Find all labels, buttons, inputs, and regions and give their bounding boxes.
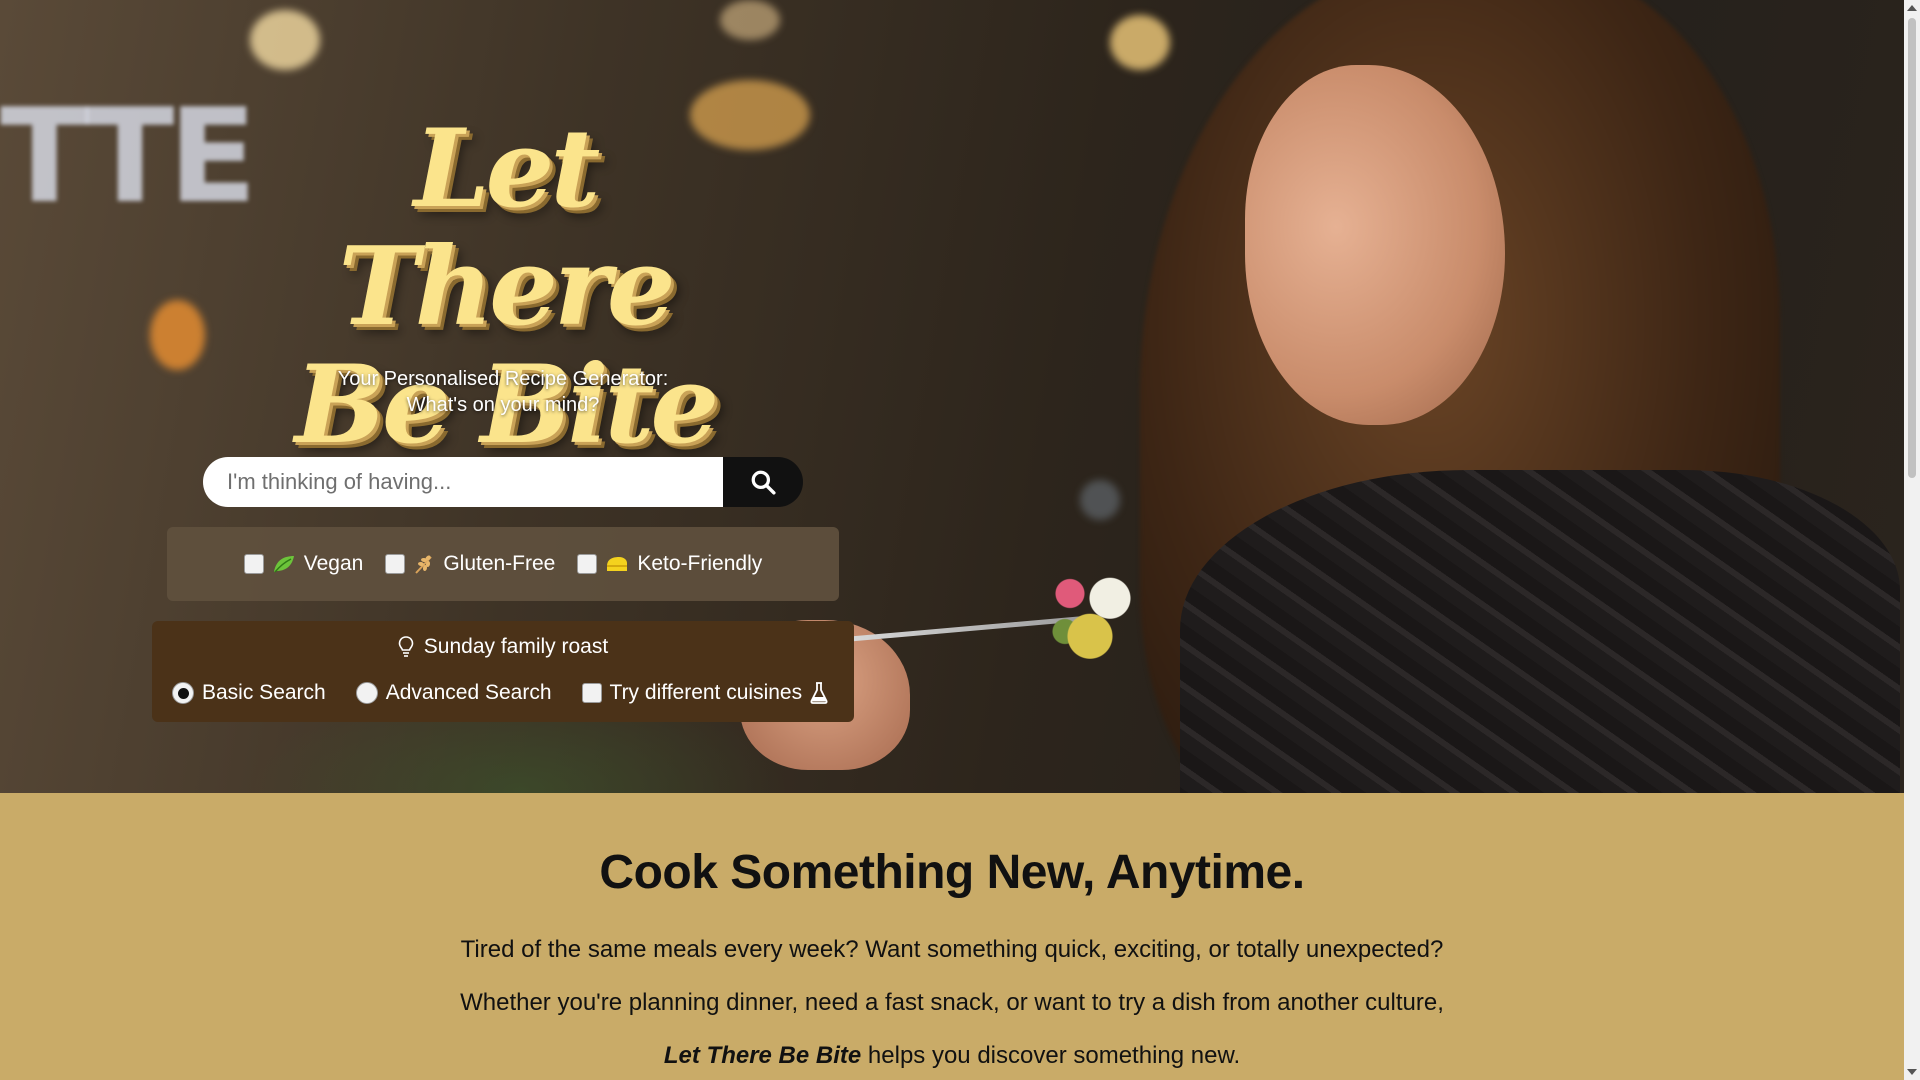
suggestion[interactable]: Sunday family roast [152, 635, 854, 659]
basic-search-option[interactable]: Basic Search [172, 681, 326, 705]
woman-sweater-decoration [1180, 470, 1900, 793]
vegan-checkbox[interactable] [243, 554, 264, 574]
bokeh-light [1080, 480, 1120, 520]
scroll-thumb[interactable] [1908, 18, 1916, 478]
filter-vegan[interactable]: Vegan [243, 552, 364, 576]
pasta-decoration [1040, 565, 1140, 660]
option-label: Try different cuisines [609, 681, 803, 704]
bokeh-light [150, 300, 205, 370]
gluten-free-checkbox[interactable] [385, 554, 406, 574]
filter-label: Keto-Friendly [637, 552, 763, 575]
bokeh-light [250, 10, 320, 70]
filter-gluten-free[interactable]: Gluten-Free [385, 552, 555, 576]
intro-paragraph-1: Tired of the same meals every week? Want… [460, 936, 1444, 963]
try-cuisines-option[interactable]: Try different cuisines [581, 681, 829, 705]
brand-name-inline: Let There Be Bite [663, 1042, 862, 1069]
bokeh-light [1110, 15, 1170, 70]
tagline-line-2: What's on your mind? [406, 394, 600, 416]
section-heading: Cook Something New, Anytime. [599, 846, 1305, 899]
try-cuisines-checkbox[interactable] [581, 683, 602, 703]
filter-label: Gluten-Free [443, 552, 556, 575]
advanced-search-option[interactable]: Advanced Search [355, 681, 552, 705]
search-icon [751, 470, 776, 495]
search-bar [203, 457, 803, 507]
option-label: Advanced Search [385, 681, 552, 704]
cheese-icon [607, 557, 628, 571]
page-scrollbar[interactable] [1904, 0, 1920, 1080]
flask-icon [810, 682, 828, 704]
leaf-icon [273, 556, 294, 573]
basic-search-radio[interactable] [172, 682, 194, 704]
search-button[interactable] [723, 457, 803, 507]
filter-keto-friendly[interactable]: Keto-Friendly [577, 552, 762, 576]
dietary-filters: Vegan Gluten-Free Keto-Friendly [167, 527, 839, 601]
tagline: Your Personalised Recipe Generator: What… [270, 366, 736, 418]
search-mode-panel: Sunday family roast Basic Search Advance… [152, 621, 854, 722]
intro-paragraph-3-rest: helps you discover something new. [861, 1042, 1241, 1069]
intro-paragraph-3: Let There Be Bite helps you discover som… [0, 1042, 1904, 1070]
intro-paragraph-2: Whether you're planning dinner, need a f… [460, 989, 1444, 1016]
option-label: Basic Search [202, 681, 326, 704]
wheat-icon [415, 555, 433, 574]
lightbulb-icon [398, 636, 414, 657]
intro-section: Cook Something New, Anytime. Tired of th… [0, 793, 1904, 1080]
search-input[interactable] [203, 457, 723, 507]
neon-sign-decoration: TTE [0, 80, 257, 232]
advanced-search-radio[interactable] [355, 682, 378, 704]
suggestion-text: Sunday family roast [423, 635, 609, 658]
tagline-line-1: Your Personalised Recipe Generator: [337, 368, 669, 390]
keto-friendly-checkbox[interactable] [577, 554, 598, 574]
mode-options: Basic Search Advanced Search Try differe… [172, 681, 828, 705]
filter-label: Vegan [303, 552, 364, 575]
scroll-down-arrow[interactable] [1907, 1069, 1917, 1075]
hero-section: TTE Let There Be Bite Your Personalised … [0, 0, 1904, 793]
logo-line-1: Let There [338, 106, 675, 350]
scroll-up-arrow[interactable] [1907, 5, 1917, 11]
bokeh-light [720, 0, 780, 40]
